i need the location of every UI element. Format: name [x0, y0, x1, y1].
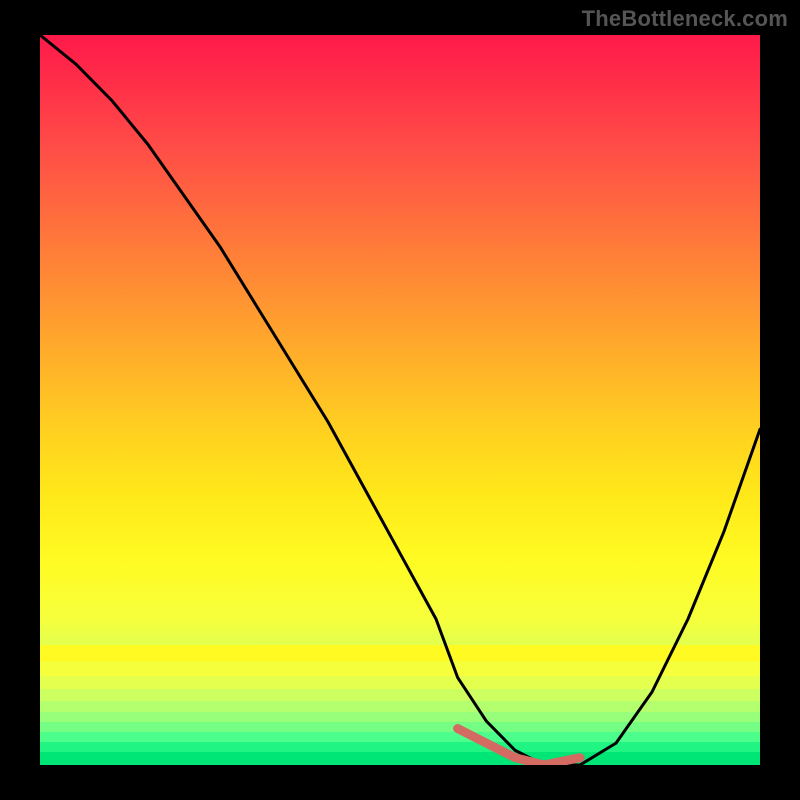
watermark-text: TheBottleneck.com: [582, 6, 788, 32]
optimal-range-marker: [458, 729, 580, 766]
chart-frame: TheBottleneck.com: [0, 0, 800, 800]
plot-area: [40, 35, 760, 765]
curve-svg: [40, 35, 760, 765]
bottleneck-curve: [40, 35, 760, 765]
